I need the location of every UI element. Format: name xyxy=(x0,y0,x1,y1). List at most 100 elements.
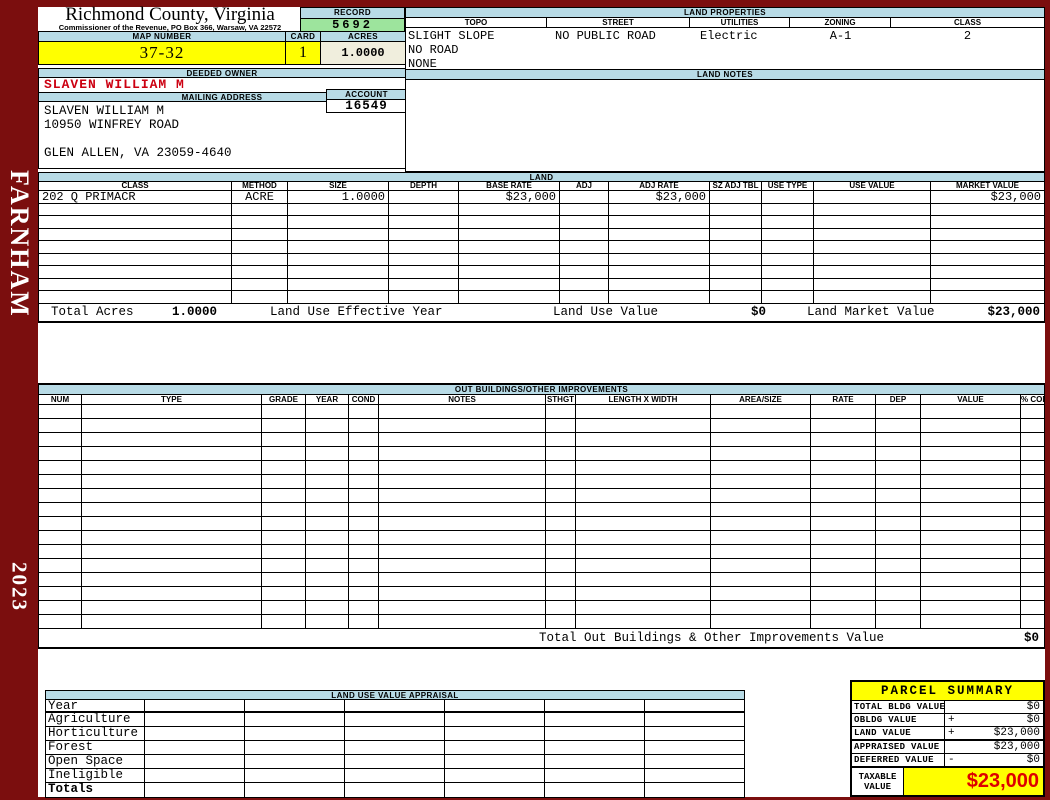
out-buildings-body xyxy=(39,405,1044,629)
land-table-row xyxy=(39,291,1044,304)
empty-cell xyxy=(876,489,921,503)
empty-cell xyxy=(576,419,711,433)
empty-cell xyxy=(811,545,876,559)
empty-cell xyxy=(921,559,1021,573)
empty-cell xyxy=(645,700,744,711)
empty-cell xyxy=(921,461,1021,475)
parcel-summary-row-label: LAND VALUE xyxy=(852,727,945,739)
empty-cell xyxy=(560,228,609,241)
empty-cell xyxy=(39,447,82,461)
empty-cell xyxy=(389,278,459,291)
land-notes-title: LAND NOTES xyxy=(405,70,1045,80)
county-header: Richmond County, Virginia Commissioner o… xyxy=(40,5,300,32)
empty-cell xyxy=(921,405,1021,419)
out-buildings-row xyxy=(39,447,1044,461)
empty-cell xyxy=(762,266,814,279)
empty-cell xyxy=(379,573,546,587)
empty-cell xyxy=(710,241,762,254)
empty-cell xyxy=(262,517,306,531)
empty-cell xyxy=(306,461,349,475)
empty-cell xyxy=(711,419,811,433)
empty-cell xyxy=(576,433,711,447)
district-sidebar-label: FARNHAM xyxy=(5,170,34,318)
out-buildings-column-headers: NUM TYPE GRADE YEAR COND NOTES STHGT LENGTH X W… xyxy=(39,395,1044,405)
empty-cell xyxy=(811,405,876,419)
land-table-body: 202 Q PRIMACR ACRE 1.0000 $23,000 $23,000 $23… xyxy=(39,191,1044,304)
land-table-row xyxy=(39,266,1044,279)
empty-cell xyxy=(609,203,710,216)
empty-cell xyxy=(876,559,921,573)
empty-cell xyxy=(546,489,576,503)
empty-cell xyxy=(345,700,445,711)
empty-cell xyxy=(576,559,711,573)
land-table-title: LAND xyxy=(39,172,1044,182)
empty-cell xyxy=(145,727,245,740)
land-table-row xyxy=(39,241,1044,254)
empty-cell xyxy=(545,783,645,797)
out-buildings-row xyxy=(39,433,1044,447)
out-buildings-row xyxy=(39,405,1044,419)
land-use-appraisal-table: LAND USE VALUE APPRAISAL Year Agriculture… xyxy=(45,690,745,798)
empty-cell xyxy=(921,615,1021,629)
out-buildings-row xyxy=(39,559,1044,573)
empty-cell xyxy=(921,601,1021,615)
empty-cell xyxy=(876,405,921,419)
empty-cell xyxy=(245,727,345,740)
empty-cell xyxy=(349,615,379,629)
value-amount: $0 xyxy=(1026,714,1040,726)
parcel-summary-row-value: $0 xyxy=(945,701,1043,713)
empty-cell xyxy=(288,266,389,279)
empty-cell xyxy=(39,266,232,279)
empty-cell xyxy=(711,475,811,489)
empty-cell xyxy=(345,713,445,726)
out-buildings-row xyxy=(39,545,1044,559)
out-buildings-total-label: Total Out Buildings & Other Improvements… xyxy=(539,631,885,645)
empty-cell xyxy=(262,545,306,559)
outbuilding-col-header: RATE xyxy=(811,395,876,405)
land-col-header: SZ ADJ TBL xyxy=(710,182,762,191)
outbuilding-col-header: % COMP xyxy=(1021,395,1044,405)
empty-cell xyxy=(931,279,1044,291)
empty-cell xyxy=(711,559,811,573)
land-cell xyxy=(389,191,459,204)
empty-cell xyxy=(814,278,931,291)
empty-cell xyxy=(811,489,876,503)
empty-cell xyxy=(262,559,306,573)
empty-cell xyxy=(379,517,546,531)
empty-cell xyxy=(262,503,306,517)
empty-cell xyxy=(576,601,711,615)
empty-cell xyxy=(445,713,545,726)
topo-line-3: NONE xyxy=(408,57,437,71)
empty-cell xyxy=(306,447,349,461)
empty-cell xyxy=(1021,587,1044,601)
taxable-value-label: TAXABLE VALUE xyxy=(852,768,904,795)
empty-cell xyxy=(811,517,876,531)
empty-cell xyxy=(811,615,876,629)
acres-value: 1.0000 xyxy=(321,42,405,65)
outbuilding-col-header: COND xyxy=(349,395,379,405)
land-market-value-label: Land Market Value xyxy=(807,304,935,319)
empty-cell xyxy=(349,587,379,601)
empty-cell xyxy=(711,545,811,559)
empty-cell xyxy=(445,783,545,797)
empty-cell xyxy=(921,545,1021,559)
empty-cell xyxy=(1021,559,1044,573)
empty-cell xyxy=(459,266,560,279)
empty-cell xyxy=(921,517,1021,531)
out-buildings-row xyxy=(39,587,1044,601)
empty-cell xyxy=(345,755,445,768)
value-sign: - xyxy=(948,754,955,766)
land-use-appraisal-body: Year Agriculture Horticulture Forest Open Sp… xyxy=(46,700,744,797)
account-box: ACCOUNT 16549 xyxy=(326,89,407,113)
empty-cell xyxy=(814,203,931,216)
land-table: LAND CLASS METHOD SIZE DEPTH BASE RATE ADJ ADJ… xyxy=(38,172,1045,323)
empty-cell xyxy=(459,291,560,304)
empty-cell xyxy=(349,461,379,475)
empty-cell xyxy=(645,755,744,768)
empty-cell xyxy=(389,291,459,304)
landprops-col-header: CLASS xyxy=(891,18,1044,28)
empty-cell xyxy=(811,503,876,517)
land-market-value: $23,000 xyxy=(987,304,1040,319)
empty-cell xyxy=(82,405,262,419)
value-amount: $23,000 xyxy=(993,727,1040,739)
